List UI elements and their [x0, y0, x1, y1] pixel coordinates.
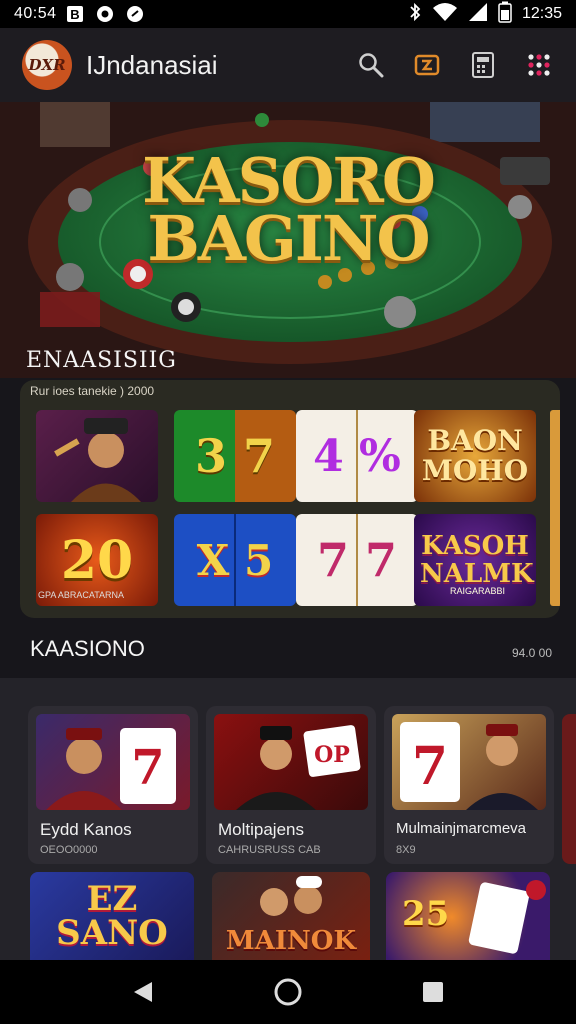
slot-tile-label: BAON MOHO	[421, 424, 529, 487]
slot-tile[interactable]	[36, 410, 158, 502]
calculator-icon[interactable]	[468, 50, 498, 80]
promo-tile-label: EZ SANO	[56, 879, 168, 953]
slot-tile-label: 7 7	[316, 533, 398, 587]
game-card-title: Moltipajens	[218, 820, 304, 839]
promo-tile-label: MAINOK	[225, 926, 357, 956]
character-illustration	[54, 418, 141, 502]
rewards-icon[interactable]	[412, 50, 442, 80]
game-card-subtitle: CAHRUSRUSS CAB	[218, 844, 321, 856]
game-card-title: Mulmainjmarcmeva	[396, 820, 527, 837]
game-card-thumbnail: OP	[214, 714, 368, 810]
game-card[interactable]: 7 Mulmainjmarcmeva 8X9	[384, 706, 554, 864]
search-icon[interactable]	[356, 50, 386, 80]
system-nav-bar	[0, 960, 576, 1024]
screen: 40:54 B 12:35 DXR IJndanasiai KASORO BAG…	[0, 0, 576, 1024]
status-time: 40:54	[14, 5, 57, 22]
bluetooth-icon	[408, 2, 422, 27]
svg-text:7: 7	[412, 736, 448, 797]
game-card-thumbnail: 7	[392, 714, 546, 810]
playing-card-icon	[468, 880, 546, 954]
signal-icon	[468, 2, 488, 27]
app-notification-icon	[125, 4, 145, 24]
slot-tile-label: 4 %	[313, 430, 401, 482]
slot-tile[interactable]: 3 7	[174, 410, 296, 502]
game-card-subtitle: 8X9	[396, 844, 416, 856]
game-card-title: Eydd Kanos	[40, 820, 132, 839]
game-card[interactable]: 7 Eydd Kanos OEOO0000	[28, 706, 198, 864]
section-title-featured: ENAASISIIG	[26, 348, 177, 373]
home-icon[interactable]	[268, 972, 308, 1012]
slot-games-panel: Rur ioes tanekie ) 2000 3 7 4 % BAON MOH…	[20, 380, 560, 618]
section-meta[interactable]: 94.0 00	[512, 646, 552, 660]
slot-tile-label: X 5	[196, 535, 274, 585]
slot-tile[interactable]: BAON MOHO	[414, 410, 536, 502]
slot-tile-caption: GPA ABRACATARNA	[38, 590, 125, 600]
game-card-subtitle: OEOO0000	[40, 844, 98, 856]
slot-tile[interactable]: X 5	[174, 514, 296, 606]
wifi-icon	[432, 2, 458, 27]
game-card[interactable]: OP Moltipajens CAHRUSRUSS CAB	[206, 706, 376, 864]
slot-tile[interactable]: 4 %	[296, 410, 418, 502]
app-bar: DXR IJndanasiai	[0, 28, 576, 102]
slot-panel-caption: Rur ioes tanekie ) 2000	[30, 384, 155, 398]
svg-text:B: B	[70, 7, 79, 22]
record-icon	[95, 4, 115, 24]
section-title-casino: KAASIONO	[30, 636, 145, 661]
status-bar: 40:54 B 12:35	[0, 0, 576, 28]
slot-tile-label: 20	[60, 529, 134, 591]
slot-tile[interactable]: 7 7	[296, 514, 418, 606]
recents-icon[interactable]	[413, 972, 453, 1012]
logo-text: DXR	[28, 56, 66, 74]
promo-tile[interactable]: 25	[386, 872, 550, 962]
hero-banner[interactable]: KASORO BAGINO	[0, 102, 576, 378]
battery-icon	[498, 1, 512, 28]
slot-tile-label: 3 7	[194, 429, 276, 483]
slot-tile-label: KASOH NALMK	[420, 531, 534, 589]
svg-text:7: 7	[131, 740, 164, 796]
next-card-peek	[562, 714, 576, 864]
promo-tile[interactable]: MAINOK	[212, 872, 370, 962]
seven-card-illustration: 7	[400, 722, 538, 810]
app-title: IJndanasiai	[86, 49, 218, 80]
notification-icon: B	[65, 4, 85, 24]
hero-title-line2: BAGINO	[147, 202, 430, 275]
slot-tile-caption: RAIGARABBI	[450, 586, 506, 596]
game-card-thumbnail: 7	[36, 714, 190, 810]
app-logo[interactable]: DXR	[22, 40, 72, 90]
back-icon[interactable]	[123, 972, 163, 1012]
dealer-card-illustration: 7	[46, 728, 176, 810]
promo-tile[interactable]: EZ SANO	[30, 872, 194, 962]
menu-grid-icon[interactable]	[524, 50, 554, 80]
svg-text:OP: OP	[314, 742, 350, 768]
status-clock: 12:35	[521, 5, 562, 22]
host-cards-illustration: OP	[236, 725, 361, 810]
next-tile-peek	[550, 410, 560, 606]
